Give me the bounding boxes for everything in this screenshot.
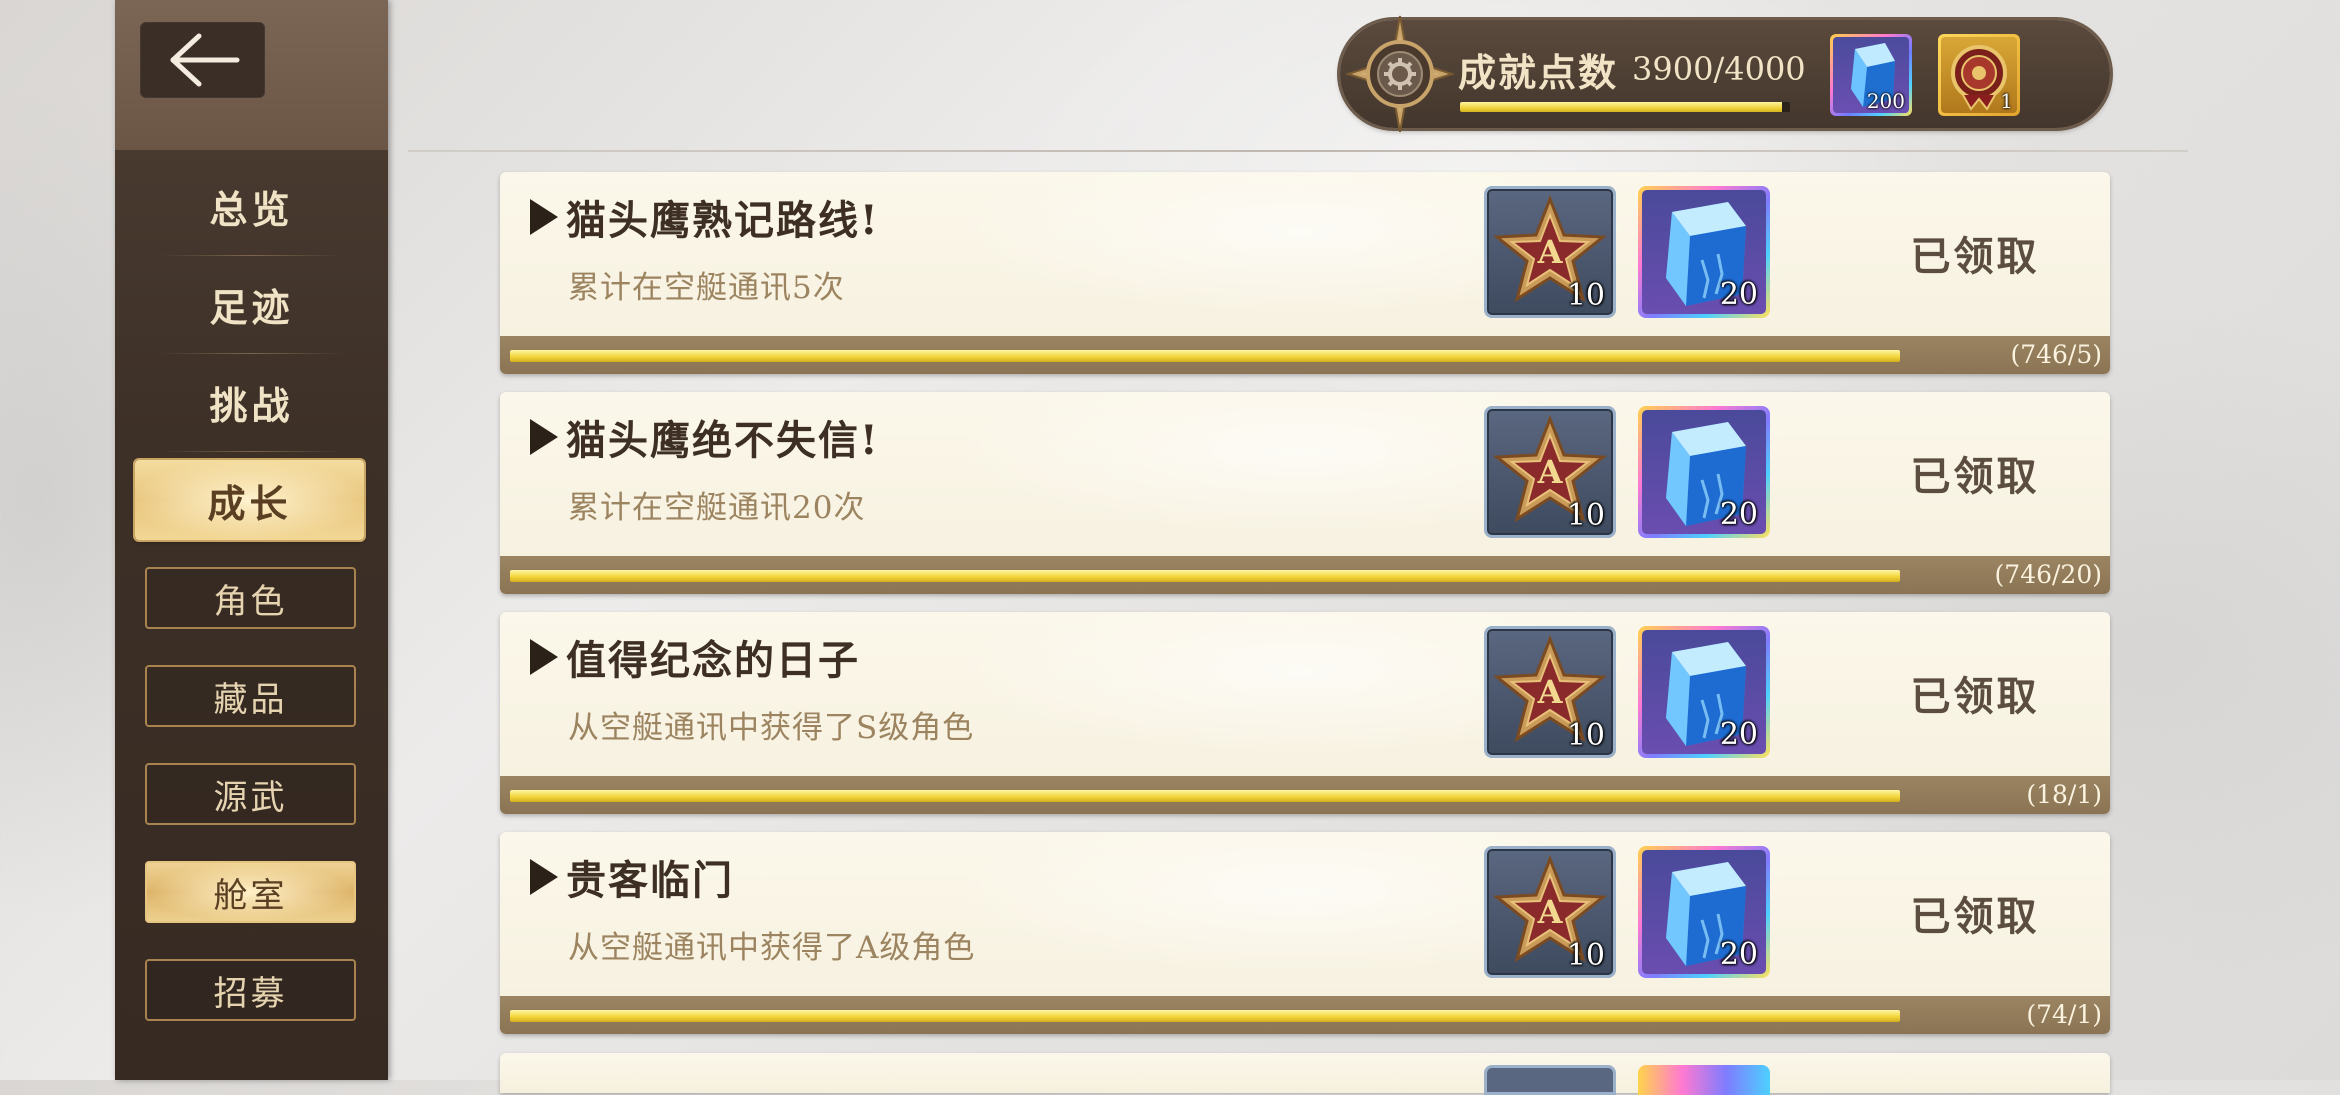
nav-item-growth[interactable]: 成长 [135, 460, 364, 540]
nav-divider [160, 451, 343, 452]
nav-item-footprints[interactable]: 足迹 [135, 255, 368, 353]
progress-text: (746/5) [2010, 340, 2102, 369]
claimed-status: 已领取 [1910, 453, 2040, 500]
sub-item-cabin[interactable]: 舱室 [145, 861, 356, 923]
progress-text: (74/1) [2026, 1000, 2102, 1029]
points-label: 成就点数 [1458, 50, 1619, 95]
achievement-title: 值得纪念的日子 [530, 628, 860, 686]
progress-fill [510, 570, 1900, 582]
play-triangle-icon [530, 859, 558, 895]
points-progress-bar [1460, 102, 1790, 112]
reward-count: 20 [1719, 937, 1758, 972]
progress-strip: (746/5) [500, 336, 2110, 374]
compass-emblem-icon [1344, 15, 1456, 133]
reward-star-badge[interactable]: A 10 [1484, 626, 1616, 758]
sub-item-weapon[interactable]: 源武 [145, 763, 356, 825]
claimed-status: 已领取 [1910, 673, 2040, 720]
reward-count: 20 [1719, 717, 1758, 752]
back-button[interactable] [140, 22, 265, 98]
play-triangle-icon [530, 199, 558, 235]
header-reward-count: 200 [1866, 89, 1905, 113]
achievement-title: 贵客临门 [530, 848, 734, 906]
reward-count: 10 [1566, 498, 1605, 533]
claimed-status: 已领取 [1910, 893, 2040, 940]
sidebar: 总览 足迹 挑战 成长 角色 藏品 源武 舱室 招募 [115, 0, 388, 1080]
claimed-status: 已领取 [1910, 233, 2040, 280]
play-triangle-icon [530, 639, 558, 675]
achievement-card-partial [500, 1053, 2110, 1095]
progress-bar [510, 1010, 1900, 1022]
sub-item-character[interactable]: 角色 [145, 567, 356, 629]
progress-text: (746/20) [1994, 560, 2102, 589]
back-arrow-icon [170, 33, 239, 87]
achievement-card[interactable]: 猫头鹰绝不失信! 累计在空艇通讯20次 A 10 20 已领取 (746/20) [500, 392, 2110, 594]
achievement-description: 累计在空艇通讯20次 [568, 490, 866, 526]
progress-fill [510, 1010, 1900, 1022]
reward-thumb [1484, 1065, 1616, 1095]
svg-text:A: A [1537, 453, 1564, 491]
progress-bar [510, 790, 1900, 802]
sub-item-collection[interactable]: 藏品 [145, 665, 356, 727]
achievement-card[interactable]: 贵客临门 从空艇通讯中获得了A级角色 A 10 20 已领取 (74/1) [500, 832, 2110, 1034]
header-divider [408, 150, 2188, 152]
achievement-card[interactable]: 值得纪念的日子 从空艇通讯中获得了S级角色 A 10 20 已领取 (18/1) [500, 612, 2110, 814]
header-reward-count: 1 [2000, 89, 2013, 113]
progress-strip: (746/20) [500, 556, 2110, 594]
reward-thumb [1638, 1065, 1770, 1095]
progress-bar [510, 570, 1900, 582]
achievement-description: 从空艇通讯中获得了A级角色 [568, 930, 976, 966]
reward-count: 20 [1719, 277, 1758, 312]
progress-strip: (74/1) [500, 996, 2110, 1034]
sidebar-header [115, 0, 388, 150]
reward-count: 10 [1566, 938, 1605, 973]
achievement-title-text: 贵客临门 [566, 857, 734, 904]
play-triangle-icon [530, 419, 558, 455]
progress-strip: (18/1) [500, 776, 2110, 814]
points-value: 3900/4000 [1632, 50, 1806, 88]
reward-star-badge[interactable]: A 10 [1484, 846, 1616, 978]
points-progress-fill [1460, 102, 1782, 112]
reward-star-badge[interactable]: A 10 [1484, 186, 1616, 318]
reward-crystal[interactable]: 20 [1638, 406, 1770, 538]
progress-fill [510, 790, 1900, 802]
achievement-description: 从空艇通讯中获得了S级角色 [568, 710, 975, 746]
reward-star-badge[interactable]: A 10 [1484, 406, 1616, 538]
svg-text:A: A [1537, 893, 1564, 931]
svg-text:A: A [1537, 673, 1564, 711]
progress-bar [510, 350, 1900, 362]
reward-count: 10 [1566, 278, 1605, 313]
reward-crystal[interactable]: 20 [1638, 186, 1770, 318]
reward-crystal[interactable]: 20 [1638, 626, 1770, 758]
svg-text:A: A [1537, 233, 1564, 271]
reward-crystal[interactable]: 20 [1638, 846, 1770, 978]
achievement-points-panel: 成就点数 3900/4000 200 1 [1340, 15, 2110, 133]
achievement-title-text: 猫头鹰绝不失信! [566, 417, 880, 464]
achievement-title: 猫头鹰熟记路线! [530, 188, 880, 246]
achievement-description: 累计在空艇通讯5次 [568, 270, 845, 306]
achievement-title-text: 值得纪念的日子 [566, 637, 860, 684]
nav-item-overview[interactable]: 总览 [135, 157, 368, 255]
reward-count: 10 [1566, 718, 1605, 753]
progress-fill [510, 350, 1900, 362]
header-reward-crystal[interactable]: 200 [1830, 34, 1912, 116]
sub-item-recruit[interactable]: 招募 [145, 959, 356, 1021]
nav-item-challenge[interactable]: 挑战 [135, 353, 368, 451]
achievement-title-text: 猫头鹰熟记路线! [566, 197, 880, 244]
header-reward-medal[interactable]: 1 [1938, 34, 2020, 116]
reward-count: 20 [1719, 497, 1758, 532]
progress-text: (18/1) [2026, 780, 2102, 809]
achievement-card[interactable]: 猫头鹰熟记路线! 累计在空艇通讯5次 A 10 20 已领取 (746/5) [500, 172, 2110, 374]
achievement-title: 猫头鹰绝不失信! [530, 408, 880, 466]
